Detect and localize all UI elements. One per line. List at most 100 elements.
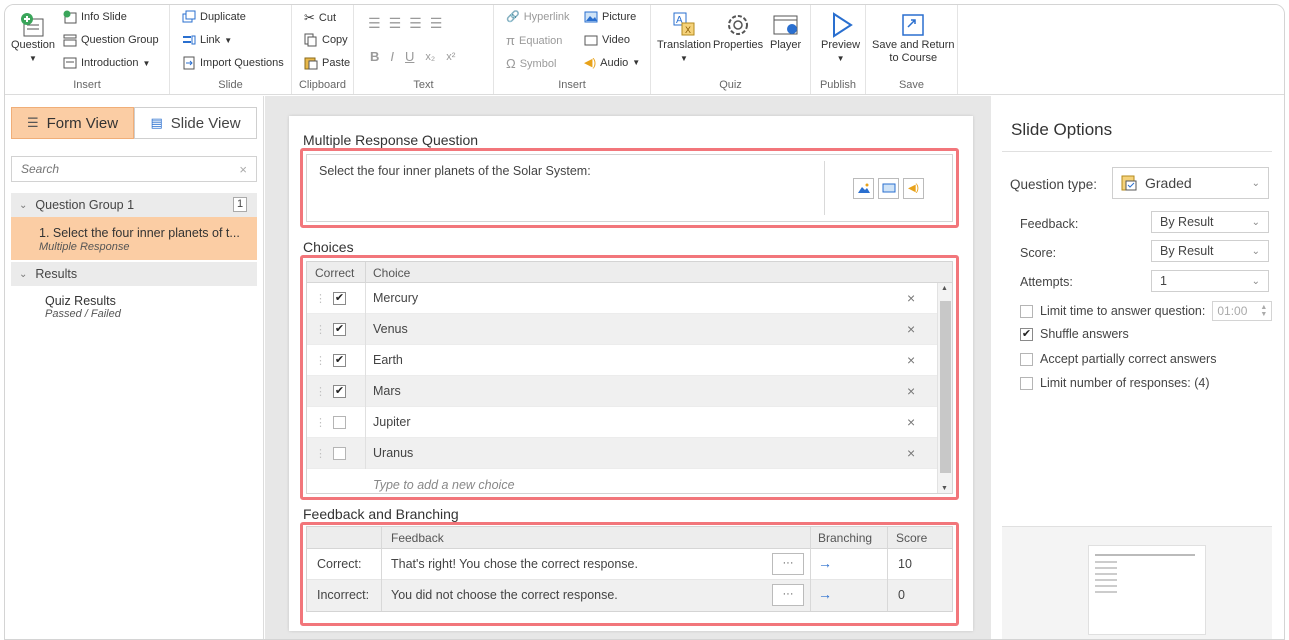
score-select[interactable]: By Result ⌄ [1151,240,1269,262]
more-options-button[interactable]: ··· [772,553,804,575]
partial-correct-checkbox[interactable] [1020,352,1033,366]
choice-row[interactable]: ⋮ ✔ Earth × [307,345,937,376]
video-button[interactable]: Video [584,33,630,47]
choice-row[interactable]: ⋮ ✔ Mars × [307,376,937,407]
introduction-button[interactable]: Introduction ▼ [63,56,150,70]
choice-text[interactable]: Jupiter [373,415,411,429]
add-choice-row[interactable]: Type to add a new choice [307,469,937,493]
limit-time-option[interactable]: Limit time to answer question: 01:00 ▲ ▼ [1020,301,1273,321]
numbered-list-icon[interactable]: ☰ [389,15,402,32]
save-return-button[interactable]: Save and Return to Course [872,11,955,65]
question-button[interactable]: Question ▼ [11,11,55,65]
remove-choice-icon[interactable]: × [907,290,915,306]
incorrect-score[interactable]: 0 [898,588,905,602]
question-group-button[interactable]: Question Group [63,33,159,47]
add-choice-input[interactable]: Type to add a new choice [373,478,515,492]
choice-text[interactable]: Uranus [373,446,413,460]
decrease-indent-icon[interactable]: ☰ [409,15,422,32]
choice-row[interactable]: ⋮ Jupiter × [307,407,937,438]
bullet-list-icon[interactable]: ☰ [368,15,381,32]
incorrect-feedback-text[interactable]: You did not choose the correct response. [391,588,618,602]
translation-button[interactable]: AX Translation ▼ [657,11,711,65]
branching-arrow-icon[interactable]: → [818,555,832,571]
scroll-down-icon[interactable]: ▼ [941,485,948,492]
audio-button[interactable]: ◀) Audio ▼ [584,56,640,70]
hyperlink-button[interactable]: 🔗 Hyperlink [506,10,570,24]
duplicate-button[interactable]: Duplicate [182,10,246,24]
italic-icon[interactable]: I [390,49,394,64]
drag-handle-icon[interactable]: ⋮ [315,416,326,429]
info-slide-button[interactable]: Info Slide [63,10,127,24]
choice-text[interactable]: Mars [373,384,401,398]
choice-row[interactable]: ⋮ Uranus × [307,438,937,469]
tree-item-question-1[interactable]: 1. Select the four inner planets of t...… [11,217,257,260]
underline-icon[interactable]: U [405,49,414,64]
limit-responses-option[interactable]: Limit number of responses: (4) [1020,376,1210,390]
superscript-icon[interactable]: x² [446,51,455,63]
correct-checkbox[interactable]: ✔ [333,291,346,305]
attempts-select[interactable]: 1 ⌄ [1151,270,1269,292]
tree-group-question-group[interactable]: ⌄ Question Group 1 1 [11,193,257,217]
time-limit-input[interactable]: 01:00 ▲ ▼ [1212,301,1273,321]
bold-icon[interactable]: B [370,49,379,64]
preview-button[interactable]: Preview ▼ [821,11,860,65]
drag-handle-icon[interactable]: ⋮ [315,292,326,305]
question-type-select[interactable]: Graded ⌄ [1112,167,1269,199]
correct-checkbox[interactable]: ✔ [333,353,346,367]
remove-choice-icon[interactable]: × [907,321,915,337]
spinner-icon[interactable]: ▲ ▼ [1260,304,1267,318]
copy-button[interactable]: Copy [304,33,348,47]
slide-preview-thumbnail[interactable] [1088,545,1206,635]
link-button[interactable]: Link ▼ [182,33,232,47]
slide-view-tab[interactable]: ▤ Slide View [134,107,257,139]
drag-handle-icon[interactable]: ⋮ [315,447,326,460]
correct-checkbox[interactable] [333,446,346,460]
picture-button[interactable]: Picture [584,10,636,24]
drag-handle-icon[interactable]: ⋮ [315,354,326,367]
limit-responses-checkbox[interactable] [1020,376,1033,390]
correct-score[interactable]: 10 [898,557,912,571]
scroll-up-icon[interactable]: ▲ [941,285,948,292]
correct-checkbox[interactable] [333,415,346,429]
remove-choice-icon[interactable]: × [907,445,915,461]
correct-feedback-text[interactable]: That's right! You chose the correct resp… [391,557,638,571]
partial-correct-option[interactable]: Accept partially correct answers [1020,352,1216,366]
properties-button[interactable]: Properties [713,11,763,52]
branching-arrow-icon[interactable]: → [818,586,832,602]
symbol-button[interactable]: Ω Symbol [506,56,556,71]
player-button[interactable]: Player [770,11,801,52]
feedback-select[interactable]: By Result ⌄ [1151,211,1269,233]
tree-item-quiz-results[interactable]: Quiz Results Passed / Failed [45,294,121,320]
drag-handle-icon[interactable]: ⋮ [315,385,326,398]
insert-picture-icon[interactable] [853,177,874,199]
tree-group-results[interactable]: ⌄ Results [11,262,257,286]
search-input[interactable] [21,162,221,176]
choice-text[interactable]: Earth [373,353,403,367]
shuffle-checkbox[interactable]: ✔ [1020,327,1033,341]
remove-choice-icon[interactable]: × [907,352,915,368]
choices-scrollbar[interactable]: ▲ ▼ [937,283,952,493]
drag-handle-icon[interactable]: ⋮ [315,323,326,336]
question-text[interactable]: Select the four inner planets of the Sol… [319,164,591,178]
form-view-tab[interactable]: ☰ Form View [11,107,134,139]
equation-button[interactable]: π Equation [506,33,562,48]
cut-button[interactable]: ✂ Cut [304,10,336,26]
subscript-icon[interactable]: x₂ [425,51,435,63]
choice-row[interactable]: ⋮ ✔ Venus × [307,314,937,345]
increase-indent-icon[interactable]: ☰ [430,15,443,32]
insert-video-icon[interactable] [878,177,899,199]
shuffle-option[interactable]: ✔ Shuffle answers [1020,327,1129,341]
clear-search-icon[interactable]: × [239,162,247,177]
paste-button[interactable]: Paste [304,56,350,70]
insert-audio-icon[interactable]: ◀) [903,177,924,199]
choice-text[interactable]: Mercury [373,291,418,305]
scrollbar-thumb[interactable] [940,301,951,473]
question-text-box[interactable]: Select the four inner planets of the Sol… [306,154,953,222]
limit-time-checkbox[interactable] [1020,304,1033,318]
correct-checkbox[interactable]: ✔ [333,384,346,398]
choice-text[interactable]: Venus [373,322,408,336]
remove-choice-icon[interactable]: × [907,414,915,430]
choice-row[interactable]: ⋮ ✔ Mercury × [307,283,937,314]
more-options-button[interactable]: ··· [772,584,804,606]
correct-checkbox[interactable]: ✔ [333,322,346,336]
